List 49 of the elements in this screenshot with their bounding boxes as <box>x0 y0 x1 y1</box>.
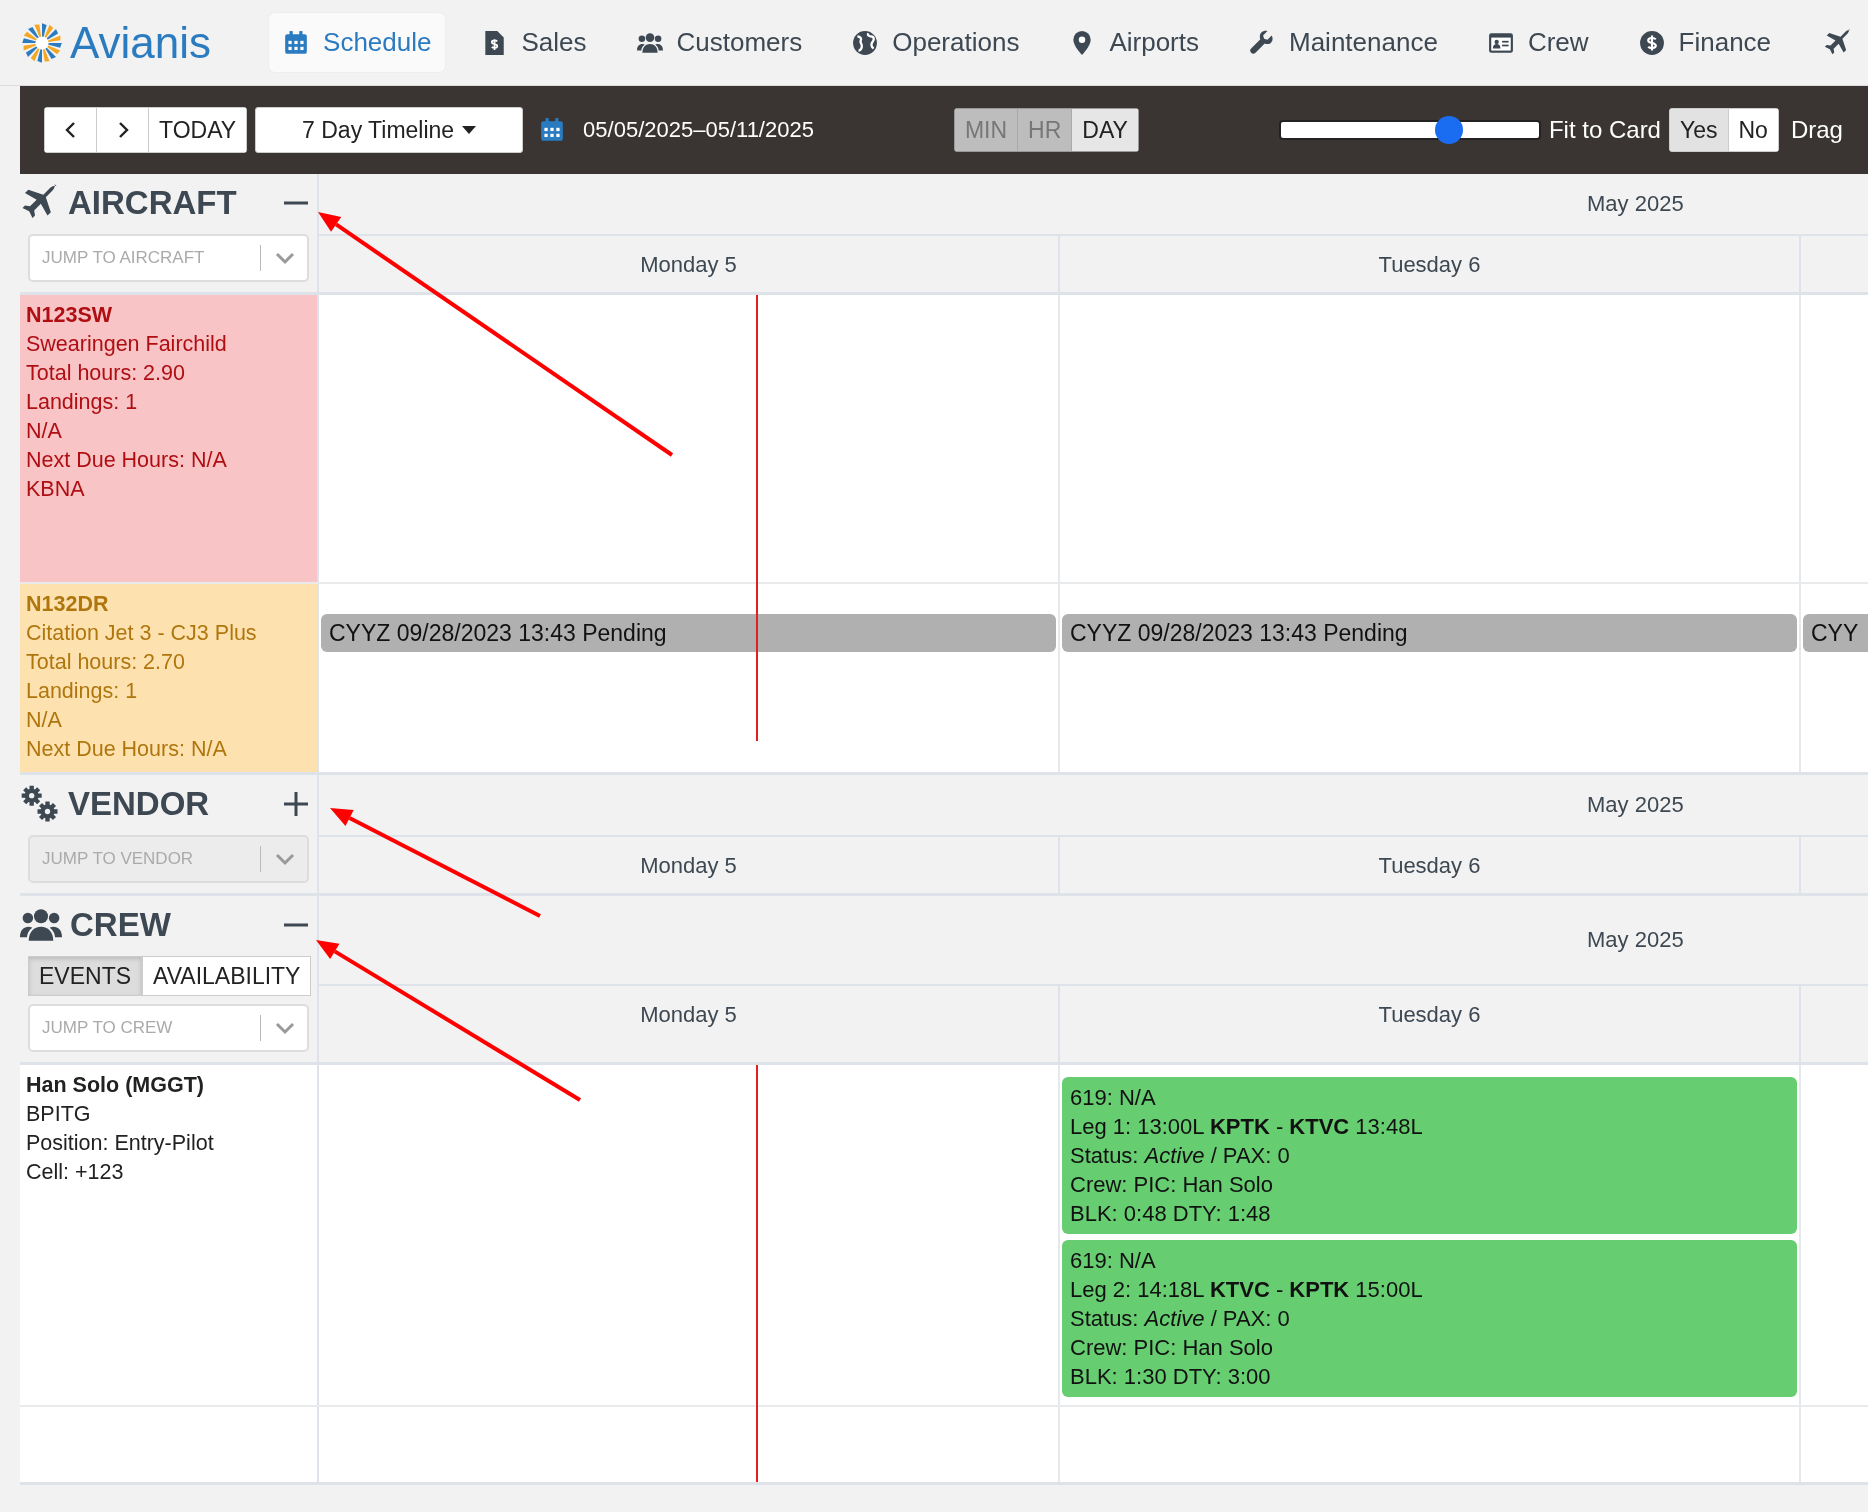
section-title: VENDOR <box>68 785 211 823</box>
nav-tab[interactable]: Customers <box>622 13 817 72</box>
nav-tab[interactable]: Finance <box>1624 13 1786 72</box>
chevron-down-icon <box>275 1021 295 1035</box>
day-header: Tuesday 6 <box>1378 252 1481 279</box>
section-title: AIRCRAFT <box>68 184 238 222</box>
calendar-icon <box>283 29 310 56</box>
view-dropdown[interactable]: 7 Day Timeline <box>255 107 524 153</box>
tab[interactable]: EVENTS <box>28 956 143 996</box>
resource-details: Han Solo (MGGT) BPITG Position: Entry-Pilot Cell: +123 <box>25 1072 215 1186</box>
chevron-down-icon <box>275 852 295 866</box>
nav-tab[interactable]: Airports <box>1055 13 1213 72</box>
nav-tab[interactable]: Sales <box>467 13 601 72</box>
brand-name: Avianis <box>70 17 212 68</box>
wrench-icon <box>1249 29 1275 56</box>
chevron-down-icon <box>275 251 295 265</box>
chevron-left-icon <box>63 120 78 140</box>
section-title: CREW <box>70 906 172 944</box>
calendar-icon[interactable] <box>539 117 566 143</box>
scale-button[interactable]: DAY <box>1072 109 1138 151</box>
resource-details: N123SW Swearingen Fairchild Total hours: 2.90 Landings: 1 N/A Next Due Hours: N/A KBNA <box>25 302 228 503</box>
fit-option-button[interactable]: Yes <box>1669 109 1729 151</box>
event-bar[interactable]: CYYZ 09/28/2023 13:43 Pending <box>321 614 1056 652</box>
expand-icon[interactable] <box>283 791 309 817</box>
dollar-coin-icon <box>1638 29 1665 56</box>
tab[interactable]: AVAILABILITY <box>142 956 312 996</box>
nav-tab[interactable]: Maintenance <box>1235 13 1452 72</box>
event-bar[interactable]: CYY <box>1803 614 1868 652</box>
nav-tab[interactable]: Schedule <box>269 13 446 72</box>
event-card[interactable]: 619: N/A Leg 2: 14:18L KTVC - KPTK 15:00L Status: Active / PAX: 0 Crew: PIC: Han Solo BLK: 1:30 DTY: 3:00 <box>1062 1240 1797 1397</box>
day-header: Monday 5 <box>640 853 737 880</box>
day-header: Tuesday 6 <box>1378 853 1481 880</box>
sunburst-logo-icon <box>20 20 64 65</box>
date-range: 05/05/2025–05/11/2025 <box>583 117 814 143</box>
caret-down-icon <box>462 125 477 135</box>
fit-to-card-label: Fit to Card <box>1548 116 1661 144</box>
month-label: May 2025 <box>1587 191 1684 217</box>
event-card[interactable]: 619: N/A Leg 1: 13:00L KPTK - KTVC 13:48L Status: Active / PAX: 0 Crew: PIC: Han Solo BLK: 0:48 DTY: 1:48 <box>1062 1077 1797 1234</box>
resource-details: N132DR Citation Jet 3 - CJ3 Plus Total hours: 2.70 Landings: 1 N/A Next Due Hours: N/A <box>25 591 258 763</box>
month-label: May 2025 <box>1587 927 1684 953</box>
day-header: Monday 5 <box>640 252 737 279</box>
day-header: Tuesday 6 <box>1378 1002 1481 1029</box>
event-bar[interactable]: CYYZ 09/28/2023 13:43 Pending <box>1062 614 1797 652</box>
nav-tab[interactable]: Operations <box>838 13 1034 72</box>
drag-label: Drag <box>1790 116 1843 144</box>
nav-tab[interactable]: Crew <box>1473 13 1603 72</box>
day-header: Monday 5 <box>640 1002 737 1029</box>
month-label: May 2025 <box>1587 792 1684 818</box>
globe-icon <box>852 29 879 56</box>
